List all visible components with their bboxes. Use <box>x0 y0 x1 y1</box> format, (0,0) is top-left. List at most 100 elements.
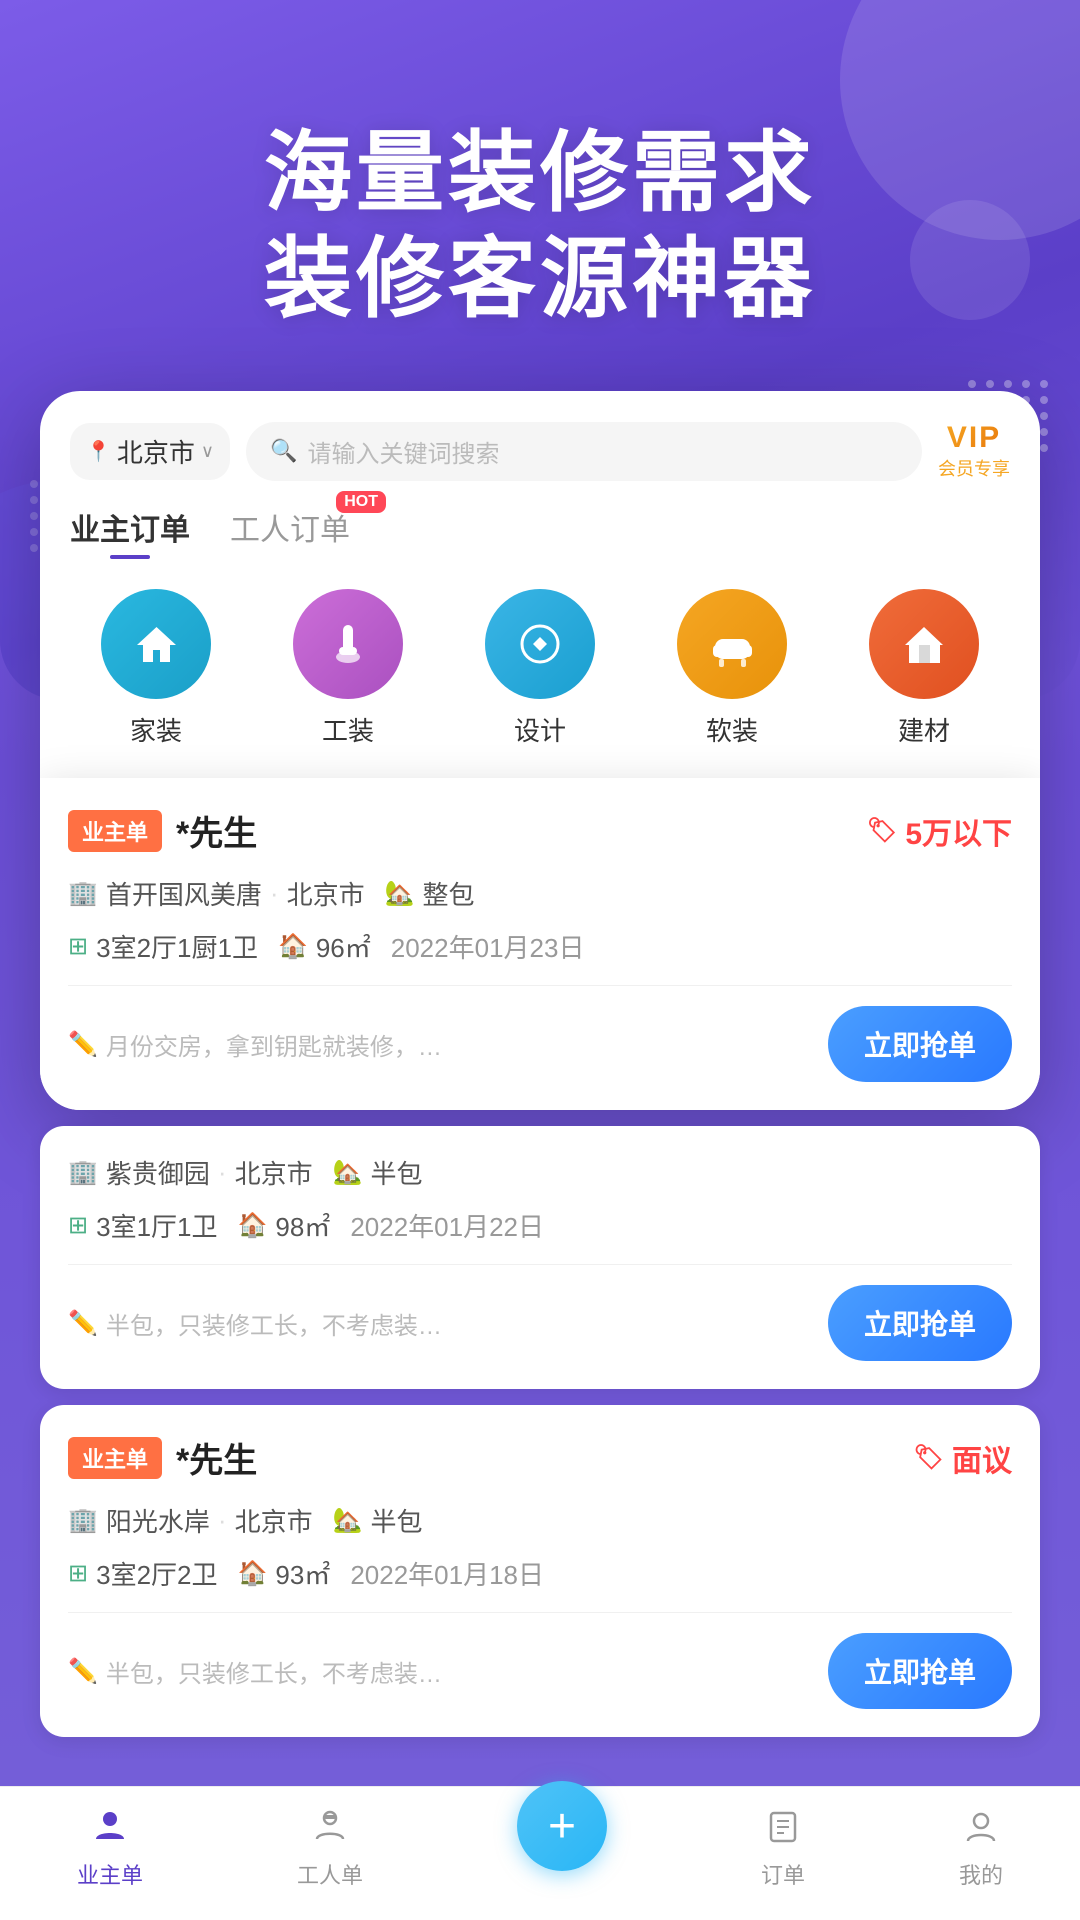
orders-label: 订单 <box>761 1858 805 1890</box>
price-icon-3: 🏷 <box>914 1443 944 1472</box>
hero-title: 海量装修需求 装修客源神器 <box>60 120 1020 331</box>
tab-worker-orders[interactable]: 工人订单 HOT <box>230 505 350 559</box>
order-desc-2: ✏️ 半包，只装修工长，不考虑装… <box>68 1306 828 1341</box>
worker-orders-label: 工人单 <box>297 1858 363 1890</box>
area-info-3: 🏠 93㎡ <box>238 1555 331 1592</box>
grab-button-3[interactable]: 立即抢单 <box>828 1633 1012 1709</box>
project-info-3: 🏢 阳光水岸 · 北京市 <box>68 1502 313 1539</box>
nav-mine[interactable]: 我的 <box>959 1807 1003 1890</box>
order-footer-1: ✏️ 月份交房，拿到钥匙就装修，… 立即抢单 <box>68 985 1012 1082</box>
layout-info-1: ⊞ 3室2厅1厨1卫 <box>68 928 258 965</box>
layout-icon-2: ⊞ <box>68 1211 88 1240</box>
jiancai-label: 建材 <box>898 711 950 748</box>
mine-label: 我的 <box>959 1858 1003 1890</box>
app-container: 📍 北京市 ∨ 🔍 请输入关键词搜索 VIP 会员专享 业主订单 工人订单 HO… <box>40 391 1040 1737</box>
layout-1: 3室2厅1厨1卫 <box>96 928 258 965</box>
house-icon-2: 🏡 <box>333 1158 363 1187</box>
category-sheji[interactable]: 设计 <box>485 589 595 748</box>
building-icon-3: 🏢 <box>68 1506 98 1535</box>
layout-icon-3: ⊞ <box>68 1559 88 1588</box>
price-value-1: 5万以下 <box>905 809 1012 853</box>
area-info-2: 🏠 98㎡ <box>238 1207 331 1244</box>
sheji-icon <box>485 589 595 699</box>
hero-section: 海量装修需求 装修客源神器 <box>0 0 1080 331</box>
project-info-1: 🏢 首开国风美唐 · 北京市 <box>68 875 365 912</box>
grab-button-2[interactable]: 立即抢单 <box>828 1285 1012 1361</box>
order-name-1: *先生 <box>176 806 257 855</box>
order-date-2: 2022年01月22日 <box>350 1207 544 1244</box>
category-jiazhuang[interactable]: 家装 <box>101 589 211 748</box>
order-desc-1: ✏️ 月份交房，拿到钥匙就装修，… <box>68 1027 828 1062</box>
nav-publish-fab[interactable]: + <box>517 1781 607 1871</box>
house-icon-1: 🏡 <box>385 879 415 908</box>
search-icon: 🔍 <box>270 438 297 464</box>
gongzhuang-label: 工装 <box>322 711 374 748</box>
city-1: 北京市 <box>287 875 365 912</box>
order-project-row-3: 🏢 阳光水岸 · 北京市 🏡 半包 <box>68 1502 1012 1539</box>
order-card-2: 🏢 紫贵御园 · 北京市 🏡 半包 ⊞ 3室1厅1卫 🏠 98㎡ 2022年01… <box>40 1126 1040 1389</box>
order-name-3: *先生 <box>176 1433 257 1482</box>
area-icon-1: 🏠 <box>278 932 308 961</box>
order-desc-3: ✏️ 半包，只装修工长，不考虑装… <box>68 1654 828 1689</box>
location-pin-icon: 📍 <box>86 439 111 464</box>
category-gongzhuang[interactable]: 工装 <box>293 589 403 748</box>
layout-2: 3室1厅1卫 <box>96 1207 217 1244</box>
order-project-row-2: 🏢 紫贵御园 · 北京市 🏡 半包 <box>68 1154 1012 1191</box>
order-project-row-1: 🏢 首开国风美唐 · 北京市 🏡 整包 <box>68 875 1012 912</box>
nav-owner-orders[interactable]: 业主单 <box>77 1807 143 1890</box>
order-detail-row-1: ⊞ 3室2厅1厨1卫 🏠 96㎡ 2022年01月23日 <box>68 928 1012 965</box>
area-1: 96㎡ <box>316 928 371 965</box>
building-icon-1: 🏢 <box>68 879 98 908</box>
category-ruanzhuang[interactable]: 软装 <box>677 589 787 748</box>
order-header-left-3: 业主单 *先生 <box>68 1433 257 1482</box>
nav-worker-orders[interactable]: 工人单 <box>297 1807 363 1890</box>
location-text: 北京市 <box>117 433 195 470</box>
worker-orders-icon <box>312 1807 348 1852</box>
style-3: 半包 <box>370 1502 422 1539</box>
category-jiancai[interactable]: 建材 <box>869 589 979 748</box>
order-footer-2: ✏️ 半包，只装修工长，不考虑装… 立即抢单 <box>68 1264 1012 1361</box>
location-button[interactable]: 📍 北京市 ∨ <box>70 423 230 480</box>
plus-icon: + <box>548 1799 576 1854</box>
style-info-3: 🏡 半包 <box>333 1502 423 1539</box>
hot-badge: HOT <box>336 491 386 513</box>
area-info-1: 🏠 96㎡ <box>278 928 371 965</box>
order-header-3: 业主单 *先生 🏷 面议 <box>68 1433 1012 1482</box>
mine-icon <box>963 1807 999 1852</box>
orders-icon <box>765 1807 801 1852</box>
search-area: 📍 北京市 ∨ 🔍 请输入关键词搜索 VIP 会员专享 <box>40 391 1040 481</box>
chevron-down-icon: ∨ <box>201 441 214 462</box>
order-header-1: 业主单 *先生 🏷 5万以下 <box>68 806 1012 855</box>
vip-badge[interactable]: VIP 会员专享 <box>938 421 1010 481</box>
style-info-2: 🏡 半包 <box>333 1154 423 1191</box>
grab-button-1[interactable]: 立即抢单 <box>828 1006 1012 1082</box>
order-date-1: 2022年01月23日 <box>391 928 585 965</box>
price-value-3: 面议 <box>952 1436 1012 1480</box>
project-info-2: 🏢 紫贵御园 · 北京市 <box>68 1154 313 1191</box>
tab-owner-orders[interactable]: 业主订单 <box>70 505 190 559</box>
jiancai-icon <box>869 589 979 699</box>
owner-badge-1: 业主单 <box>68 810 162 852</box>
order-detail-row-3: ⊞ 3室2厅2卫 🏠 93㎡ 2022年01月18日 <box>68 1555 1012 1592</box>
style-2: 半包 <box>370 1154 422 1191</box>
app-card: 📍 北京市 ∨ 🔍 请输入关键词搜索 VIP 会员专享 业主订单 工人订单 HO… <box>40 391 1040 1110</box>
sheji-label: 设计 <box>514 711 566 748</box>
layout-info-3: ⊞ 3室2厅2卫 <box>68 1555 218 1592</box>
ruanzhuang-label: 软装 <box>706 711 758 748</box>
area-3: 93㎡ <box>275 1555 330 1592</box>
featured-order-card: 业主单 *先生 🏷 5万以下 🏢 首开国风美唐 · 北京市 🏡 整包 <box>40 778 1040 1110</box>
search-bar[interactable]: 🔍 请输入关键词搜索 <box>246 422 922 481</box>
bottom-navigation: 业主单 工人单 + 订单 <box>0 1786 1080 1920</box>
order-footer-3: ✏️ 半包，只装修工长，不考虑装… 立即抢单 <box>68 1612 1012 1709</box>
search-placeholder-text: 请输入关键词搜索 <box>308 434 500 469</box>
project-name-3: 阳光水岸 <box>106 1502 210 1539</box>
house-icon-3: 🏡 <box>333 1506 363 1535</box>
nav-orders[interactable]: 订单 <box>761 1807 805 1890</box>
jiazhuang-label: 家装 <box>130 711 182 748</box>
order-card-3: 业主单 *先生 🏷 面议 🏢 阳光水岸 · 北京市 🏡 半包 ⊞ <box>40 1405 1040 1737</box>
order-price-3: 🏷 面议 <box>914 1436 1012 1480</box>
layout-icon-1: ⊞ <box>68 932 88 961</box>
owner-orders-label: 业主单 <box>77 1858 143 1890</box>
project-name-1: 首开国风美唐 <box>106 875 262 912</box>
order-price-1: 🏷 5万以下 <box>867 809 1012 853</box>
